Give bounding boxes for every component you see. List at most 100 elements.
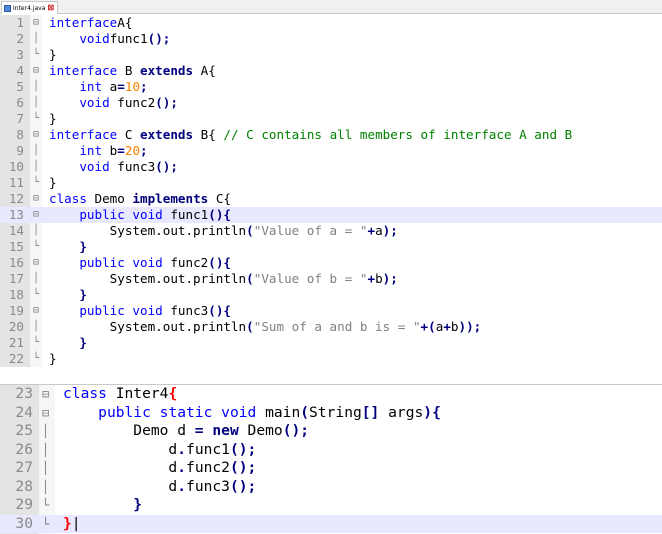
code-line[interactable]: 5 │ int a=10; bbox=[0, 79, 662, 95]
code-line[interactable]: 10 │ void func3(); bbox=[0, 159, 662, 175]
code-line[interactable]: 30 └}| bbox=[0, 514, 662, 533]
fold-toggle-icon[interactable]: ⊟ bbox=[33, 207, 39, 223]
line-number: 6 bbox=[16, 95, 24, 110]
code-line[interactable]: 3 └} bbox=[0, 47, 662, 63]
line-number: 1 bbox=[16, 15, 24, 30]
line-number: 16 bbox=[8, 255, 24, 270]
code-text: } bbox=[79, 239, 87, 254]
code-text: System.out.println("Value of b = "+b); bbox=[49, 271, 398, 286]
code-line[interactable]: 28 │ d.func3(); bbox=[0, 478, 662, 497]
line-number: 21 bbox=[8, 335, 24, 350]
code-text: } bbox=[49, 111, 57, 126]
code-line[interactable]: 21 └ } bbox=[0, 335, 662, 351]
code-line[interactable]: 17 │ System.out.println("Value of b = "+b… bbox=[0, 271, 662, 287]
fold-toggle-icon[interactable]: ⊟ bbox=[42, 385, 49, 404]
code-line[interactable]: 1 ⊟ interfaceA{ bbox=[0, 15, 662, 31]
code-text: interfaceA{ bbox=[49, 15, 133, 30]
close-icon[interactable]: ⊠ bbox=[47, 4, 54, 12]
code-line[interactable]: 12 ⊟ class Demo implements C{ bbox=[0, 191, 662, 207]
line-number: 26 bbox=[15, 440, 33, 458]
fold-guide: └ bbox=[33, 353, 40, 364]
code-text: void func2(); bbox=[79, 95, 178, 110]
code-text: } bbox=[49, 175, 57, 190]
code-text: d.func2(); bbox=[63, 459, 257, 476]
fold-guide: └ bbox=[33, 113, 40, 124]
fold-toggle-icon[interactable]: ⊟ bbox=[33, 191, 39, 207]
code-line[interactable]: 7 └} bbox=[0, 111, 662, 127]
code-line[interactable]: 9 │ int b=20; bbox=[0, 143, 662, 159]
fold-toggle-icon[interactable]: ⊟ bbox=[33, 303, 39, 319]
tab-bar: Inter4.java ⊠ bbox=[0, 0, 662, 14]
code-line[interactable]: 15 └ } bbox=[0, 239, 662, 255]
editor-pane-top[interactable]: 1 ⊟ interfaceA{2 │ voidfunc1(); 3 └} 4 ⊟ interfa… bbox=[0, 15, 662, 367]
line-number: 30 bbox=[15, 514, 33, 532]
code-line[interactable]: 23 ⊟ class Inter4{ bbox=[0, 385, 662, 404]
fold-guide: └ bbox=[33, 289, 40, 300]
fold-guide: │ bbox=[33, 273, 40, 284]
code-line[interactable]: 11 └} bbox=[0, 175, 662, 191]
code-line[interactable]: 18 └ } bbox=[0, 287, 662, 303]
code-text: voidfunc1(); bbox=[79, 31, 171, 46]
fold-toggle-icon[interactable]: ⊟ bbox=[42, 404, 49, 423]
code-line[interactable]: 24 ⊟ public static void main(String[] arg… bbox=[0, 404, 662, 423]
code-line[interactable]: 29 └ } bbox=[0, 496, 662, 515]
line-number: 15 bbox=[8, 239, 24, 254]
fold-guide: │ bbox=[42, 442, 50, 457]
line-number: 18 bbox=[8, 287, 24, 302]
line-number: 14 bbox=[8, 223, 24, 238]
fold-guide: │ bbox=[42, 479, 50, 494]
code-text: class Demo implements C{ bbox=[49, 191, 231, 206]
editor-pane-bottom[interactable]: 23 ⊟ class Inter4{24 ⊟ public static void m… bbox=[0, 384, 662, 534]
code-line[interactable]: 27 │ d.func2(); bbox=[0, 459, 662, 478]
fold-guide: │ bbox=[42, 424, 50, 438]
code-line[interactable]: 6 │ void func2(); bbox=[0, 95, 662, 111]
fold-guide: └ bbox=[42, 516, 50, 531]
line-number: 4 bbox=[16, 63, 24, 78]
line-number: 13 bbox=[8, 207, 24, 222]
line-number: 24 bbox=[15, 403, 33, 421]
line-number: 20 bbox=[8, 319, 24, 334]
fold-guide: └ bbox=[33, 177, 40, 188]
tab-title: Inter4.java bbox=[13, 4, 46, 12]
line-number: 12 bbox=[8, 191, 24, 206]
fold-guide: │ bbox=[33, 321, 40, 332]
code-line[interactable]: 16 ⊟ public void func2(){ bbox=[0, 255, 662, 271]
fold-guide: │ bbox=[33, 33, 40, 44]
code-text: d.func1(); bbox=[63, 440, 257, 458]
code-line[interactable]: 20 │ System.out.println("Sum of a and b i… bbox=[0, 319, 662, 335]
line-number: 8 bbox=[16, 127, 24, 142]
line-number: 5 bbox=[16, 79, 24, 94]
code-line[interactable]: 8 ⊟ interface C extends B{ // C contains a… bbox=[0, 127, 662, 143]
fold-guide: └ bbox=[33, 49, 40, 60]
line-number: 7 bbox=[16, 111, 24, 126]
code-line[interactable]: 14 │ System.out.println("Value of a = "+a… bbox=[0, 223, 662, 239]
line-number: 3 bbox=[16, 47, 24, 62]
line-number: 11 bbox=[8, 175, 24, 190]
code-line[interactable]: 2 │ voidfunc1(); bbox=[0, 31, 662, 47]
fold-guide: │ bbox=[33, 97, 40, 108]
fold-toggle-icon[interactable]: ⊟ bbox=[33, 127, 39, 143]
fold-toggle-icon[interactable]: ⊟ bbox=[33, 255, 39, 271]
tab-inter4-java[interactable]: Inter4.java ⊠ bbox=[1, 1, 59, 14]
code-text: } bbox=[133, 496, 143, 513]
code-text: public void func1(){ bbox=[79, 207, 231, 222]
code-line[interactable]: 13 ⊟ public void func1(){ bbox=[0, 207, 662, 223]
line-number: 22 bbox=[8, 351, 24, 366]
fold-toggle-icon[interactable]: ⊟ bbox=[33, 15, 39, 31]
code-line[interactable]: 26 │ d.func1(); bbox=[0, 441, 662, 460]
code-line[interactable]: 19 ⊟ public void func3(){ bbox=[0, 303, 662, 319]
code-text: public static void main(String[] args){ bbox=[98, 403, 441, 421]
code-text: int b=20; bbox=[79, 143, 148, 158]
code-line[interactable]: 4 ⊟ interface B extends A{ bbox=[0, 63, 662, 79]
code-line[interactable]: 25 │ Demo d = new Demo(); bbox=[0, 422, 662, 441]
code-line[interactable]: 22 └} bbox=[0, 351, 662, 367]
code-text: } bbox=[49, 47, 57, 62]
fold-guide: │ bbox=[33, 145, 40, 156]
code-text: public void func3(){ bbox=[79, 303, 231, 318]
code-text: interface C extends B{ // C contains all… bbox=[49, 127, 573, 142]
code-text: } bbox=[79, 335, 87, 350]
code-text: public void func2(){ bbox=[79, 255, 231, 270]
fold-toggle-icon[interactable]: ⊟ bbox=[33, 63, 39, 79]
save-icon bbox=[4, 4, 11, 12]
line-number: 25 bbox=[15, 422, 33, 439]
